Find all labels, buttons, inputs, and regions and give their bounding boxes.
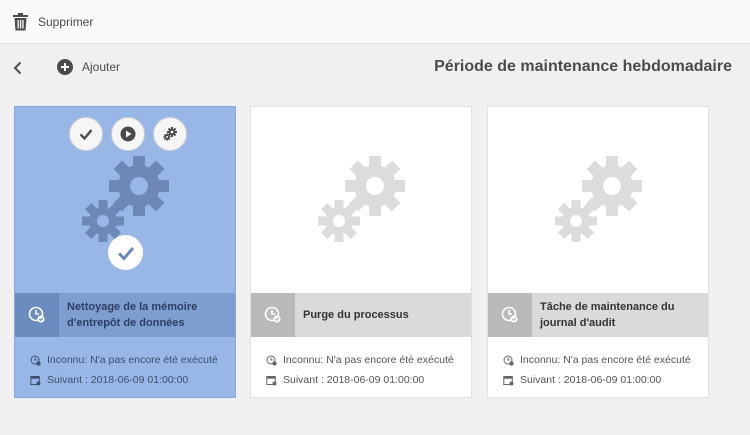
card-title: Tâche de maintenance du journal d'audit <box>540 299 682 331</box>
top-toolbar: Supprimer <box>0 0 750 44</box>
calendar-icon <box>30 375 41 385</box>
card-meta: Inconnu: N'a pas encore été exécuté Suiv… <box>266 352 454 392</box>
gears-icon <box>555 156 642 242</box>
maintenance-task-icon <box>28 306 45 323</box>
card-title-line: Nettoyage de la mémoire <box>67 301 198 313</box>
back-button[interactable] <box>10 60 26 76</box>
calendar-icon <box>503 375 514 385</box>
card-type-icon <box>488 293 532 337</box>
card-title-band: Tâche de maintenance du journal d'audit <box>488 293 708 337</box>
status-text: Inconnu: N'a pas encore été exécuté <box>47 354 218 366</box>
card-type-icon <box>251 293 295 337</box>
card-meta: Inconnu: N'a pas encore été exécuté Suiv… <box>30 352 218 392</box>
card-process-purge[interactable]: Purge du processus Inconnu: N'a pas enco… <box>250 106 472 398</box>
next-run-text: Suivant : 2018-06-09 01:00:00 <box>47 374 189 386</box>
selected-checkmark <box>108 235 143 270</box>
checkmark-icon <box>117 246 134 261</box>
card-title-line: Purge du processus <box>303 309 409 321</box>
trash-icon <box>13 12 28 30</box>
card-title-line: Tâche de maintenance du <box>540 301 675 313</box>
sub-toolbar: Ajouter Période de maintenance hebdomada… <box>0 45 750 91</box>
card-title-band: Nettoyage de la mémoire d'entrepôt de do… <box>15 293 235 337</box>
card-thumbnail <box>251 107 471 293</box>
status-clock-icon <box>30 355 41 366</box>
card-thumbnail <box>15 107 235 293</box>
status-row: Inconnu: N'a pas encore été exécuté <box>30 352 218 368</box>
card-title-line: journal d'audit <box>540 317 616 329</box>
status-text: Inconnu: N'a pas encore été exécuté <box>520 354 691 366</box>
status-text: Inconnu: N'a pas encore été exécuté <box>283 354 454 366</box>
card-meta: Inconnu: N'a pas encore été exécuté Suiv… <box>503 352 691 392</box>
chevron-left-icon <box>13 61 22 75</box>
card-type-icon <box>15 293 59 337</box>
card-data-store-cleanup[interactable]: Nettoyage de la mémoire d'entrepôt de do… <box>14 106 236 398</box>
quick-actions <box>69 117 187 151</box>
checkmark-icon <box>79 129 93 141</box>
maintenance-task-icon <box>264 306 281 323</box>
next-run-text: Suivant : 2018-06-09 01:00:00 <box>520 374 662 386</box>
next-run-row: Suivant : 2018-06-09 01:00:00 <box>266 372 454 388</box>
card-title-line: d'entrepôt de données <box>67 317 185 329</box>
card-title-band: Purge du processus <box>251 293 471 337</box>
gear-icon <box>163 127 177 141</box>
card-title: Nettoyage de la mémoire d'entrepôt de do… <box>67 299 205 331</box>
status-row: Inconnu: N'a pas encore été exécuté <box>266 352 454 368</box>
card-title: Purge du processus <box>303 307 417 323</box>
add-button[interactable]: Ajouter <box>57 59 120 75</box>
run-action-button[interactable] <box>111 117 145 151</box>
configure-action-button[interactable] <box>153 117 187 151</box>
play-icon <box>120 126 136 142</box>
delete-button[interactable]: Supprimer <box>12 12 94 31</box>
gears-icon <box>318 156 405 242</box>
next-run-text: Suivant : 2018-06-09 01:00:00 <box>283 374 425 386</box>
next-run-row: Suivant : 2018-06-09 01:00:00 <box>30 372 218 388</box>
add-label: Ajouter <box>82 60 121 74</box>
card-audit-log-maintenance[interactable]: Tâche de maintenance du journal d'audit … <box>487 106 709 398</box>
status-clock-icon <box>503 355 514 366</box>
page-title: Période de maintenance hebdomadaire <box>434 58 732 75</box>
maintenance-task-icon <box>501 306 518 323</box>
select-action-button[interactable] <box>69 117 103 151</box>
status-clock-icon <box>266 355 277 366</box>
delete-label: Supprimer <box>38 14 94 29</box>
add-circle-icon <box>57 59 73 75</box>
calendar-icon <box>266 375 277 385</box>
card-thumbnail <box>488 107 708 293</box>
status-row: Inconnu: N'a pas encore été exécuté <box>503 352 691 368</box>
next-run-row: Suivant : 2018-06-09 01:00:00 <box>503 372 691 388</box>
